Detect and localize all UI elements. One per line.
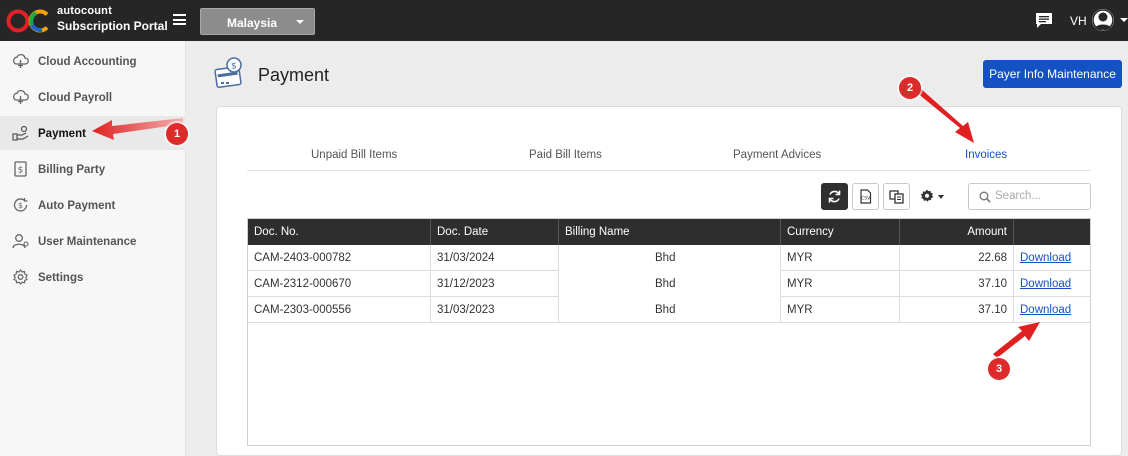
column-header-amount[interactable]: Amount (900, 219, 1014, 245)
cell-action: Download (1014, 245, 1090, 271)
column-header-action (1014, 219, 1090, 245)
auto-payment-icon: $ (13, 198, 28, 212)
search-box[interactable] (968, 183, 1091, 210)
cell-doc-date: 31/03/2023 (431, 297, 559, 323)
sidebar-item-user-maintenance[interactable]: User Maintenance (0, 224, 186, 258)
column-header-doc-no[interactable]: Doc. No. (248, 219, 431, 245)
chevron-down-icon (296, 20, 304, 24)
cell-amount: 37.10 (900, 297, 1014, 323)
svg-text:$: $ (231, 62, 237, 72)
autocount-logo (6, 9, 49, 33)
cell-amount: 22.68 (900, 245, 1014, 271)
annotation-badge-2: 2 (899, 77, 921, 99)
download-link[interactable]: Download (1020, 304, 1071, 316)
download-link[interactable]: Download (1020, 278, 1071, 290)
invoices-table: Doc. No. Doc. Date Billing Name Currency… (247, 218, 1091, 446)
page-title: Payment (258, 65, 330, 85)
hamburger-menu-icon[interactable] (173, 14, 186, 25)
gear-icon[interactable] (920, 189, 934, 203)
user-avatar[interactable] (1092, 9, 1114, 31)
column-header-currency[interactable]: Currency (781, 219, 900, 245)
user-maintenance-icon (12, 234, 29, 249)
column-header-doc-date[interactable]: Doc. Date (431, 219, 559, 245)
toggle-columns-button[interactable] (883, 183, 910, 210)
tab-unpaid-bill-items[interactable]: Unpaid Bill Items (311, 149, 397, 161)
cell-doc-date: 31/03/2024 (431, 245, 559, 271)
settings-chevron-down-icon[interactable] (938, 195, 944, 199)
columns-icon (889, 190, 904, 204)
tabs-divider (247, 170, 1091, 171)
cell-currency: MYR (781, 297, 900, 323)
tab-paid-bill-items[interactable]: Paid Bill Items (529, 149, 602, 161)
brand-subtitle: Subscription Portal (57, 19, 168, 33)
cell-billing-name: Bhd (559, 245, 781, 271)
refresh-button[interactable] (821, 183, 848, 210)
user-icon (1092, 9, 1114, 31)
user-menu-chevron-icon[interactable] (1120, 18, 1128, 22)
cell-doc-no: CAM-2403-000782 (248, 245, 431, 271)
cell-doc-no: CAM-2312-000670 (248, 271, 431, 297)
sidebar-item-billing-party[interactable]: $ Billing Party (0, 152, 186, 186)
sidebar-item-label: Settings (38, 272, 84, 284)
brand: autocount Subscription Portal (57, 5, 168, 33)
sidebar-item-label: User Maintenance (38, 236, 137, 248)
sidebar-item-payment[interactable]: Payment (0, 116, 186, 150)
top-bar: autocount Subscription Portal Malaysia V… (0, 0, 1128, 41)
cell-currency: MYR (781, 245, 900, 271)
refresh-icon (828, 190, 841, 203)
sidebar-item-label: Cloud Accounting (38, 56, 137, 68)
tab-payment-advices[interactable]: Payment Advices (733, 149, 821, 161)
payment-page-icon: $ (214, 57, 242, 89)
cell-doc-no: CAM-2303-000556 (248, 297, 431, 323)
column-header-billing-name[interactable]: Billing Name (559, 219, 781, 245)
svg-text:$: $ (18, 166, 24, 176)
svg-text:CSV: CSV (861, 196, 871, 202)
cell-action: Download (1014, 271, 1090, 297)
payer-info-maintenance-button[interactable]: Payer Info Maintenance (983, 60, 1122, 88)
search-input[interactable] (995, 190, 1085, 202)
cell-doc-date: 31/12/2023 (431, 271, 559, 297)
billing-party-icon: $ (14, 161, 27, 177)
sidebar-item-label: Auto Payment (38, 200, 116, 212)
csv-file-icon: CSV (860, 189, 871, 204)
tab-invoices[interactable]: Invoices (965, 149, 1007, 161)
cell-currency: MYR (781, 271, 900, 297)
user-initials: VH (1070, 14, 1087, 28)
sidebar-item-settings[interactable]: Settings (0, 260, 186, 294)
sidebar-item-auto-payment[interactable]: $ Auto Payment (0, 188, 186, 222)
export-csv-button[interactable]: CSV (852, 183, 879, 210)
sidebar-item-cloud-payroll[interactable]: Cloud Payroll (0, 80, 186, 114)
svg-text:$: $ (18, 201, 23, 210)
payment-icon (12, 125, 29, 141)
country-select-value: Malaysia (227, 16, 278, 30)
sidebar: Cloud Accounting Cloud Payroll Payment $… (0, 41, 186, 456)
download-link[interactable]: Download (1020, 252, 1071, 264)
sidebar-item-label: Payment (38, 128, 86, 140)
sidebar-item-cloud-accounting[interactable]: Cloud Accounting (0, 44, 186, 78)
cell-amount: 37.10 (900, 271, 1014, 297)
cell-action: Download (1014, 297, 1090, 323)
cell-billing-name: Bhd (559, 297, 781, 323)
message-icon[interactable] (1035, 12, 1053, 29)
search-icon (979, 191, 991, 203)
cell-billing-name: Bhd (559, 271, 781, 297)
brand-name: autocount (57, 5, 112, 17)
settings-icon (13, 269, 28, 285)
annotation-badge-1: 1 (166, 123, 188, 145)
country-select[interactable]: Malaysia (200, 8, 315, 35)
sidebar-item-label: Cloud Payroll (38, 92, 113, 104)
sidebar-item-label: Billing Party (38, 164, 106, 176)
cloud-accounting-icon (13, 53, 29, 68)
annotation-badge-3: 3 (988, 358, 1010, 380)
cloud-payroll-icon (13, 89, 29, 104)
